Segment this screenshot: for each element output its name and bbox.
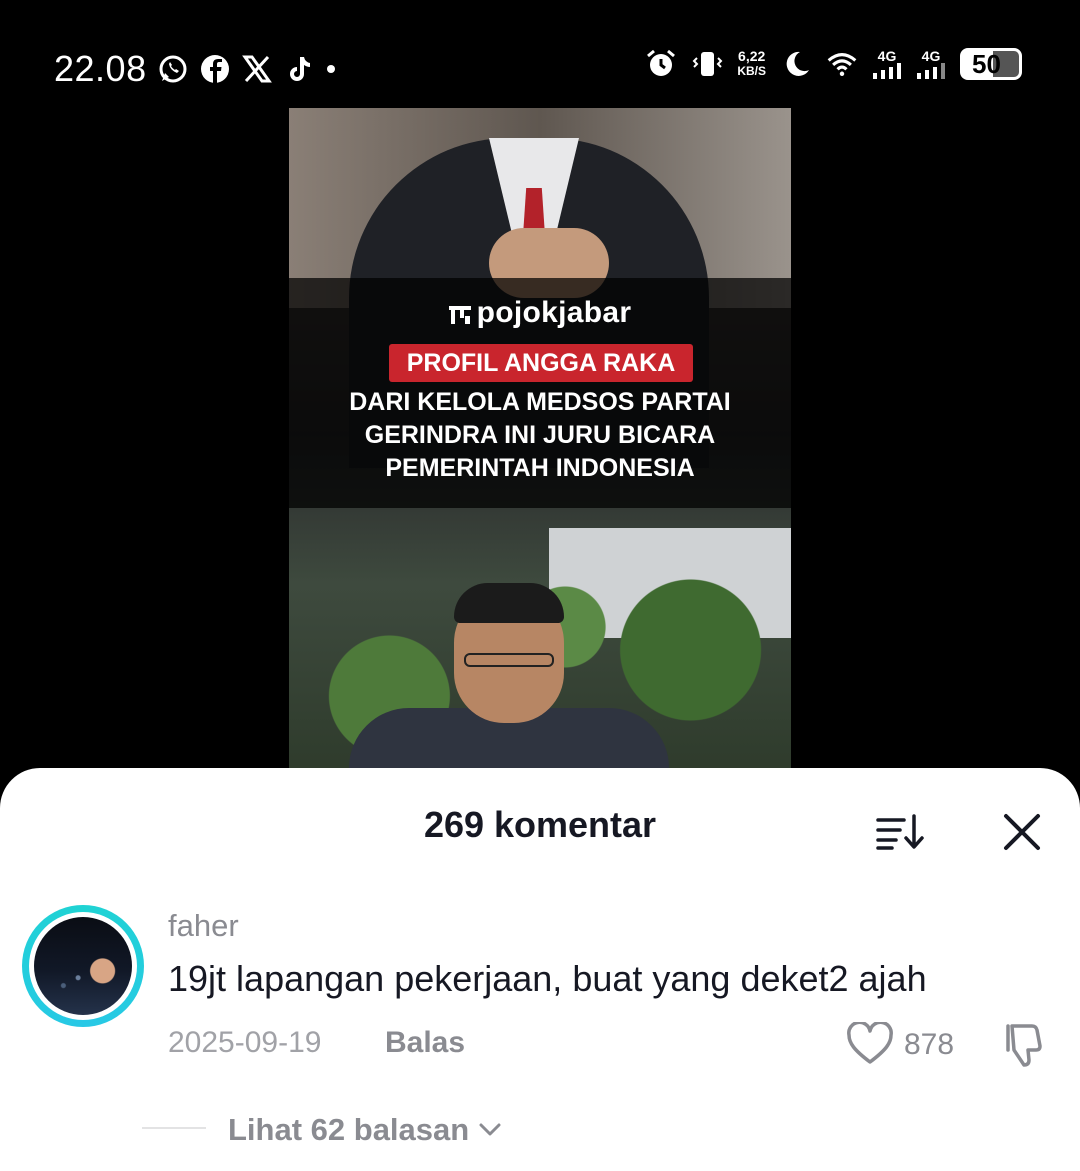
network-speed: 6,22 KB/S	[737, 49, 766, 79]
avatar[interactable]	[22, 905, 144, 1027]
video-brand-text: pojokjabar	[476, 296, 632, 329]
dislike-icon[interactable]	[998, 1022, 1046, 1068]
facebook-icon	[200, 55, 229, 83]
video-figure2-hair	[454, 583, 564, 623]
tiktok-icon	[289, 57, 310, 81]
sort-comments-button[interactable]	[874, 812, 924, 852]
video-tag: PROFIL ANGGA RAKA	[389, 344, 693, 382]
video-player[interactable]: pojokjabar PROFIL ANGGA RAKA DARI KELOLA…	[289, 108, 791, 788]
chevron-down-icon	[479, 1123, 501, 1136]
view-replies-label: Lihat 62 balasan	[228, 1112, 470, 1147]
reply-button[interactable]: Balas	[385, 1026, 465, 1060]
status-bar: 22.08 6,22 KB/S 4G 4G 50	[0, 0, 1080, 108]
x-icon	[241, 55, 272, 83]
notification-dot	[326, 65, 335, 73]
avatar-inner	[29, 912, 137, 1020]
alarm-icon	[647, 49, 676, 76]
video-figure2-glasses	[464, 653, 554, 667]
sim2-label: 4G	[921, 48, 941, 64]
comment-username[interactable]: faher	[168, 908, 239, 944]
clock: 22.08	[54, 48, 147, 89]
like-count: 878	[904, 1028, 955, 1061]
dnd-moon-icon	[786, 51, 809, 76]
view-replies-button[interactable]: Lihat 62 balasan	[228, 1112, 501, 1148]
comment-text: 19jt lapangan pekerjaan, buat yang deket…	[168, 958, 927, 999]
video-headline: DARI KELOLA MEDSOS PARTAI GERINDRA INI J…	[289, 386, 791, 485]
video-headline-line: PEMERINTAH INDONESIA	[385, 454, 695, 482]
video-headline-line: DARI KELOLA MEDSOS PARTAI	[349, 388, 731, 416]
net-speed-unit: KB/S	[737, 64, 766, 78]
net-speed-value: 6,22	[738, 48, 766, 64]
sim1-label: 4G	[877, 48, 897, 64]
pojokjabar-logo-icon	[448, 306, 471, 324]
whatsapp-icon	[159, 55, 187, 83]
battery-level: 50	[972, 48, 1001, 79]
sim2-signal: 4G	[916, 49, 946, 79]
video-brand-logo: pojokjabar	[289, 296, 791, 330]
signal-icon	[917, 63, 945, 79]
battery-icon: 50	[960, 48, 1022, 80]
close-icon[interactable]	[1000, 810, 1044, 854]
vibrate-icon	[692, 52, 723, 76]
replies-divider	[142, 1127, 206, 1129]
comment-date: 2025-09-19	[168, 1026, 322, 1059]
video-headline-line: GERINDRA INI JURU BICARA	[364, 421, 716, 449]
status-right: 6,22 KB/S 4G 4G 50	[645, 48, 1022, 80]
heart-icon[interactable]	[846, 1022, 894, 1066]
signal-icon	[873, 63, 901, 79]
comments-sheet: 269 komentar faher 19jt lapangan pekerja…	[0, 768, 1080, 1171]
status-left: 22.08	[54, 48, 337, 90]
sim1-signal: 4G	[872, 49, 902, 79]
wifi-icon	[827, 53, 857, 76]
avatar-image	[34, 917, 132, 1015]
